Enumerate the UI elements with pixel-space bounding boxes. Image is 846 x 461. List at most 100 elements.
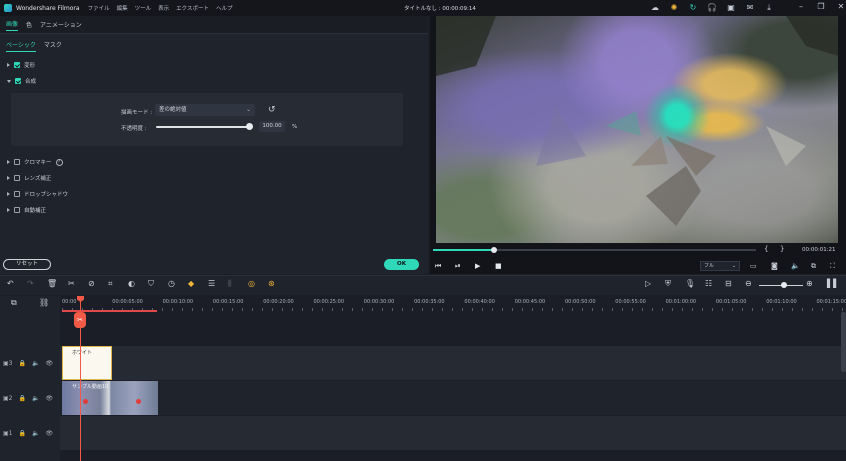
keyframe-icon[interactable]: ◆ xyxy=(188,279,194,289)
cloud-icon[interactable]: ☁ xyxy=(650,3,660,13)
collapse-arrow-icon[interactable] xyxy=(7,79,11,83)
play-icon[interactable]: ▶ xyxy=(475,262,480,270)
speaker-icon[interactable]: 🔈 xyxy=(32,360,39,367)
subtitle-icon[interactable]: ⊟ xyxy=(725,279,732,289)
add-track-icon[interactable]: ⧉ xyxy=(11,298,17,308)
undo-icon[interactable]: ↶ xyxy=(7,279,14,289)
sun-icon[interactable]: ✺ xyxy=(669,3,679,13)
menu-edit[interactable]: 編集 xyxy=(117,4,128,12)
speed-icon[interactable]: ◷ xyxy=(168,279,175,289)
opacity-slider-knob[interactable] xyxy=(246,123,253,130)
shield-icon[interactable]: ⛨ xyxy=(665,279,671,289)
zoom-out-icon[interactable]: ⊖ xyxy=(745,279,752,289)
cut-icon[interactable]: ✂ xyxy=(68,279,75,289)
adjust-icon[interactable]: ☰ xyxy=(208,279,215,289)
auto-enhance-checkbox[interactable] xyxy=(14,207,20,213)
expand-arrow-icon[interactable] xyxy=(7,63,10,67)
track-header-3: ▣3 🔒 🔈 👁 xyxy=(3,360,53,367)
sync-icon[interactable]: ↻ xyxy=(688,3,698,13)
track-type-icon: ▣2 xyxy=(3,395,13,402)
headset-icon[interactable]: 🎧 xyxy=(707,3,717,13)
play-pause-icon[interactable]: ⏯ xyxy=(455,262,461,271)
zoom-slider-knob[interactable] xyxy=(781,282,787,288)
minimize-icon[interactable]: – xyxy=(796,2,806,11)
panel-layout-icon[interactable]: ▌▌ xyxy=(827,279,839,289)
redo-icon[interactable]: ↷ xyxy=(27,279,34,289)
menu-tools[interactable]: ツール xyxy=(135,4,152,12)
zoom-in-icon[interactable]: ⊕ xyxy=(806,279,813,289)
section-composite[interactable]: 合成 xyxy=(7,77,36,85)
speaker-icon[interactable]: 🔈 xyxy=(32,430,39,437)
stabilize-icon[interactable]: ⊛ xyxy=(268,279,275,289)
delete-icon[interactable]: 🗑 xyxy=(47,279,57,289)
volume-icon[interactable]: 🔈 xyxy=(791,262,800,270)
section-shadow[interactable]: ドロップシャドウ xyxy=(7,190,68,198)
menu-export[interactable]: エクスポート xyxy=(176,4,209,12)
lens-checkbox[interactable] xyxy=(14,175,20,181)
subtab-mask[interactable]: マスク xyxy=(44,40,62,52)
voiceover-list-icon[interactable]: ☷ xyxy=(705,279,712,289)
eye-icon[interactable]: 👁 xyxy=(45,360,53,367)
help-icon[interactable]: ? xyxy=(55,158,63,166)
section-chroma[interactable]: クロマキー ? xyxy=(7,158,63,166)
render-preview-icon[interactable]: ▷ xyxy=(645,279,651,289)
ruler-tick-label: 00:00:50:00 xyxy=(565,299,596,305)
audio-split-icon[interactable]: ⫼ xyxy=(228,279,232,289)
close-icon[interactable]: ✕ xyxy=(836,2,846,11)
lock-icon[interactable]: 🔒 xyxy=(19,395,26,402)
preview-video[interactable] xyxy=(436,16,838,243)
chroma-checkbox[interactable] xyxy=(14,159,20,165)
expand-arrow-icon[interactable] xyxy=(7,208,10,212)
timeline-scrollbar[interactable] xyxy=(841,312,846,372)
mark-out-icon[interactable]: } xyxy=(780,245,784,253)
mail-icon[interactable]: ✉ xyxy=(745,3,755,13)
maximize-icon[interactable]: ❐ xyxy=(816,2,826,11)
quality-select[interactable]: フル ⌄ xyxy=(700,261,740,271)
transform-checkbox[interactable] xyxy=(14,62,20,68)
save-icon[interactable]: ▣ xyxy=(726,3,736,13)
lock-icon[interactable]: 🔒 xyxy=(19,360,26,367)
microphone-icon[interactable]: 🎙 xyxy=(685,279,695,289)
mark-in-icon[interactable]: { xyxy=(764,245,768,253)
reset-blend-icon[interactable]: ↺ xyxy=(268,106,276,115)
opacity-slider[interactable] xyxy=(156,126,252,128)
expand-arrow-icon[interactable] xyxy=(7,192,10,196)
tab-image[interactable]: 画像 xyxy=(6,19,19,31)
composite-checkbox[interactable] xyxy=(15,78,21,84)
section-lens[interactable]: レンズ補正 xyxy=(7,174,51,182)
subtab-basic[interactable]: ベーシック xyxy=(6,40,36,52)
crop-icon[interactable]: ⌗ xyxy=(108,279,113,289)
expand-arrow-icon[interactable] xyxy=(7,160,10,164)
tag-icon[interactable]: ⊘ xyxy=(88,279,95,289)
speaker-icon[interactable]: 🔈 xyxy=(32,395,39,402)
download-icon[interactable]: ⤓ xyxy=(764,3,774,13)
fullscreen-icon[interactable]: ⛶ xyxy=(830,262,835,271)
menu-view[interactable]: 表示 xyxy=(158,4,169,12)
reset-button[interactable]: リセット xyxy=(3,259,51,270)
track-type-icon: ▣3 xyxy=(3,360,13,367)
menu-file[interactable]: ファイル xyxy=(88,4,110,12)
tab-color[interactable]: 色 xyxy=(26,20,32,29)
motion-tracking-icon[interactable]: ◎ xyxy=(248,279,255,289)
mask-icon[interactable]: ⛉ xyxy=(148,279,154,289)
tab-animation[interactable]: アニメーション xyxy=(40,20,82,29)
expand-arrow-icon[interactable] xyxy=(7,176,10,180)
blend-mode-select[interactable]: 差の絶対値 ⌄ xyxy=(155,104,255,116)
prev-frame-icon[interactable]: ⏮ xyxy=(435,262,441,271)
eye-icon[interactable]: 👁 xyxy=(45,430,53,437)
eye-icon[interactable]: 👁 xyxy=(45,395,53,402)
render-icon[interactable]: ⧉ xyxy=(811,262,816,271)
shadow-checkbox[interactable] xyxy=(14,191,20,197)
opacity-input[interactable]: 100.00 xyxy=(259,121,285,132)
link-icon[interactable]: ⛓ xyxy=(39,298,49,308)
lock-icon[interactable]: 🔒 xyxy=(19,430,26,437)
snapshot-icon[interactable]: ◙ xyxy=(771,262,778,270)
stop-icon[interactable]: ■ xyxy=(495,262,502,270)
color-icon[interactable]: ◐ xyxy=(128,279,135,289)
menu-help[interactable]: ヘルプ xyxy=(216,4,233,12)
section-auto-enhance[interactable]: 自動補正 xyxy=(7,206,46,214)
section-transform[interactable]: 変形 xyxy=(7,61,35,69)
split-scissor-icon[interactable]: ✂ xyxy=(74,312,86,328)
ok-button[interactable]: OK xyxy=(384,259,419,270)
display-icon[interactable]: ▭ xyxy=(750,262,757,270)
